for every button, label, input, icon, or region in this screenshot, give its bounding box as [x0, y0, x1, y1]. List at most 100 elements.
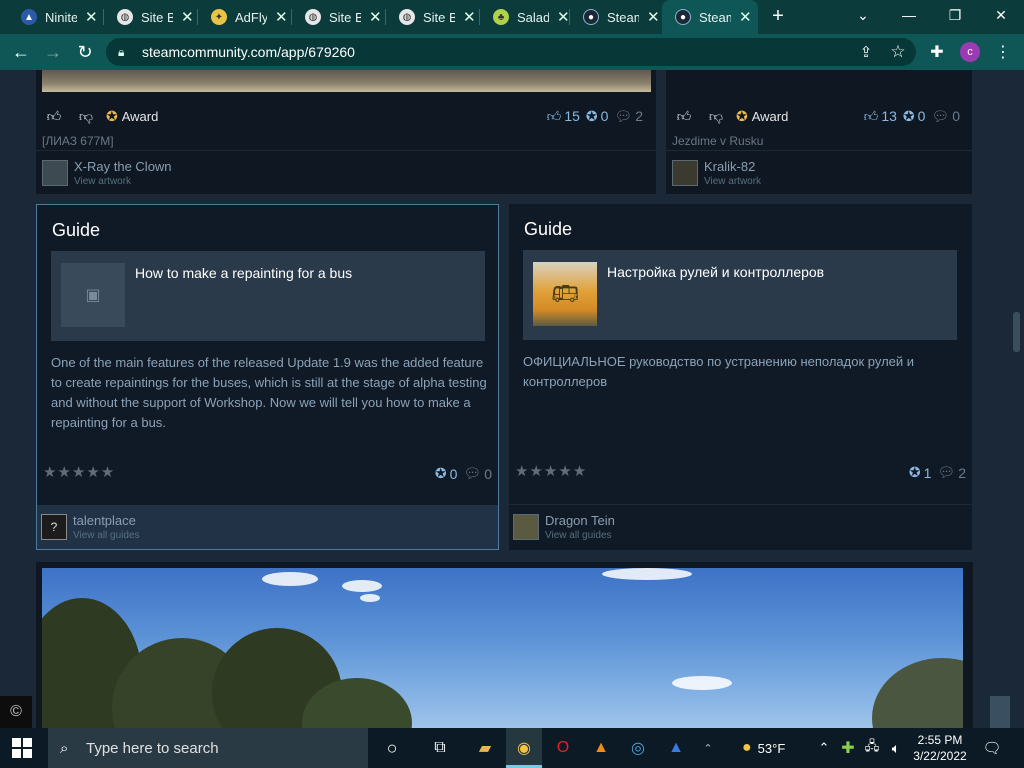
view-all-guides-link[interactable]: View all guides: [545, 530, 615, 541]
restore-button[interactable]: ❐: [932, 0, 978, 30]
steam-icon: ●: [583, 9, 599, 25]
ninite-icon: ▲: [21, 9, 37, 25]
profile-avatar[interactable]: c: [960, 42, 980, 62]
bookmark-star-icon[interactable]: ☆: [887, 41, 909, 63]
guide-title-box[interactable]: ▣ How to make a repainting for a bus: [51, 251, 485, 341]
guide-card[interactable]: Guide 🚌︎ Настройка рулей и контроллеров …: [509, 204, 972, 550]
page-scrollbar-thumb[interactable]: [1013, 312, 1020, 352]
globe-icon: ◍: [117, 9, 133, 25]
guide-author-row[interactable]: Dragon Tein View all guides: [509, 504, 972, 548]
browser-tab-active[interactable]: ● Steam ✕: [662, 0, 758, 34]
clock-date: 3/22/2022: [913, 749, 967, 763]
scroll-to-top-button[interactable]: [990, 696, 1010, 728]
close-tab-icon[interactable]: ✕: [739, 8, 752, 26]
artwork-author-row[interactable]: X-Ray the Clown View artwork: [36, 150, 656, 194]
taskbar-scroll-icon[interactable]: ⌃: [696, 736, 720, 760]
back-button[interactable]: ←: [10, 41, 32, 63]
guide-title[interactable]: How to make a repainting for a bus: [135, 265, 352, 281]
guide-description: ОФИЦИАЛЬНОЕ руководство по устранению не…: [523, 354, 915, 389]
windows-start-icon[interactable]: [12, 738, 32, 758]
author-name[interactable]: Kralik-82: [704, 159, 761, 174]
notifications-icon[interactable]: 🗨︎: [980, 736, 1004, 760]
author-name[interactable]: X-Ray the Clown: [74, 159, 172, 174]
close-tab-icon[interactable]: ✕: [85, 8, 98, 26]
taskbar-search-box[interactable]: ⌕ Type here to search: [48, 728, 368, 768]
guide-counts: ✪ 0 💬︎ 0: [434, 465, 492, 482]
avatar[interactable]: [513, 513, 539, 540]
task-view-icon[interactable]: ⧉: [428, 736, 452, 760]
reload-button[interactable]: ↻: [74, 41, 96, 63]
network-icon[interactable]: 🖧︎: [860, 736, 884, 760]
menu-icon[interactable]: ⋮: [992, 41, 1014, 63]
close-tab-icon[interactable]: ✕: [181, 8, 194, 26]
cortana-icon[interactable]: ○: [380, 736, 404, 760]
guide-card[interactable]: Guide ▣ How to make a repainting for a b…: [36, 204, 499, 550]
guide-title[interactable]: Настройка рулей и контроллеров: [607, 264, 824, 280]
view-artwork-link[interactable]: View artwork: [74, 176, 172, 187]
browser-tab[interactable]: ◍ Site B ✕: [292, 0, 386, 34]
ninite-app-icon[interactable]: ▲: [664, 736, 688, 760]
close-tab-icon[interactable]: ✕: [557, 8, 570, 26]
bus-image-icon: 🚌︎: [551, 281, 579, 306]
artwork-author-row[interactable]: Kralik-82 View artwork: [666, 150, 972, 194]
share-icon[interactable]: ⇪: [855, 41, 877, 63]
close-tab-icon[interactable]: ✕: [275, 8, 288, 26]
show-hidden-icons-icon[interactable]: ⌃: [812, 736, 836, 760]
tab-title: Salad: [517, 9, 549, 25]
author-name[interactable]: talentplace: [73, 513, 140, 528]
browser-tab[interactable]: ◍ Site B ✕: [386, 0, 480, 34]
new-tab-button[interactable]: +: [768, 6, 788, 26]
browser-app-icon[interactable]: ◎: [626, 736, 650, 760]
system-clock[interactable]: 2:55 PM 3/22/2022: [910, 732, 970, 764]
comment-icon: 💬︎: [937, 464, 956, 480]
forward-button[interactable]: →: [42, 41, 64, 63]
browser-tab[interactable]: ✦ AdFly ✕: [198, 0, 292, 34]
close-tab-icon[interactable]: ✕: [463, 8, 476, 26]
browser-tab[interactable]: ▲ Ninite ✕: [8, 0, 104, 34]
minimize-button[interactable]: —: [886, 0, 932, 30]
view-all-guides-link[interactable]: View all guides: [73, 530, 140, 541]
weather-widget[interactable]: ● 53°F: [742, 728, 785, 768]
browser-tab[interactable]: ♣ Salad ✕: [480, 0, 570, 34]
tab-title: Steam: [699, 9, 731, 25]
browser-tab[interactable]: ● Steam ✕: [570, 0, 662, 34]
opera-icon[interactable]: O: [551, 736, 575, 760]
address-toolbar: ← → ↻ 🔒︎ steamcommunity.com/app/679260 ⇪…: [0, 34, 1024, 70]
award-button[interactable]: ✪ Award: [736, 108, 788, 125]
award-button[interactable]: ✪ Award: [106, 108, 158, 125]
tab-search-icon[interactable]: ⌄: [840, 0, 886, 30]
extensions-icon[interactable]: ✚: [926, 41, 948, 63]
thumbs-up-icon[interactable]: 👍︎: [42, 106, 66, 126]
screenshot-image[interactable]: [42, 568, 963, 728]
screenshot-card[interactable]: [36, 562, 973, 728]
avatar[interactable]: [672, 159, 698, 186]
url-bar[interactable]: 🔒︎ steamcommunity.com/app/679260: [106, 38, 916, 66]
chrome-icon[interactable]: ◉: [512, 736, 536, 760]
lock-icon: 🔒︎: [118, 45, 125, 59]
file-explorer-icon[interactable]: ▰: [473, 736, 497, 760]
view-artwork-link[interactable]: View artwork: [704, 176, 761, 187]
close-tab-icon[interactable]: ✕: [369, 8, 382, 26]
artwork-image[interactable]: [42, 70, 651, 92]
vlc-icon[interactable]: ▲: [589, 736, 613, 760]
thumbs-down-icon[interactable]: 👎︎: [74, 106, 98, 126]
guide-thumbnail: ▣: [61, 263, 125, 327]
tab-title: Ninite: [45, 9, 77, 25]
image-placeholder-icon: ▣: [85, 287, 101, 304]
avatar[interactable]: ?: [41, 514, 67, 540]
volume-icon[interactable]: 🔈︎: [884, 736, 908, 760]
close-tab-icon[interactable]: ✕: [647, 8, 660, 26]
steam-icon: ●: [675, 9, 691, 25]
close-window-button[interactable]: ✕: [978, 0, 1024, 30]
tray-app-icon[interactable]: ✚: [836, 736, 860, 760]
thumbs-down-icon[interactable]: 👎︎: [704, 106, 728, 126]
author-name[interactable]: Dragon Tein: [545, 513, 615, 528]
guide-author-row[interactable]: ? talentplace View all guides: [37, 505, 498, 549]
artwork-actions: 👍︎ 👎︎ ✪ Award 👍︎ 15 ✪ 0 💬︎ 2: [42, 102, 651, 130]
browser-tab[interactable]: ◍ Site B ✕: [104, 0, 198, 34]
thumbs-up-icon[interactable]: 👍︎: [672, 106, 696, 126]
award-count-icon: ✪: [902, 107, 915, 124]
guide-title-box[interactable]: 🚌︎ Настройка рулей и контроллеров: [523, 250, 957, 340]
search-placeholder: Type here to search: [86, 739, 219, 757]
avatar[interactable]: [42, 159, 68, 186]
